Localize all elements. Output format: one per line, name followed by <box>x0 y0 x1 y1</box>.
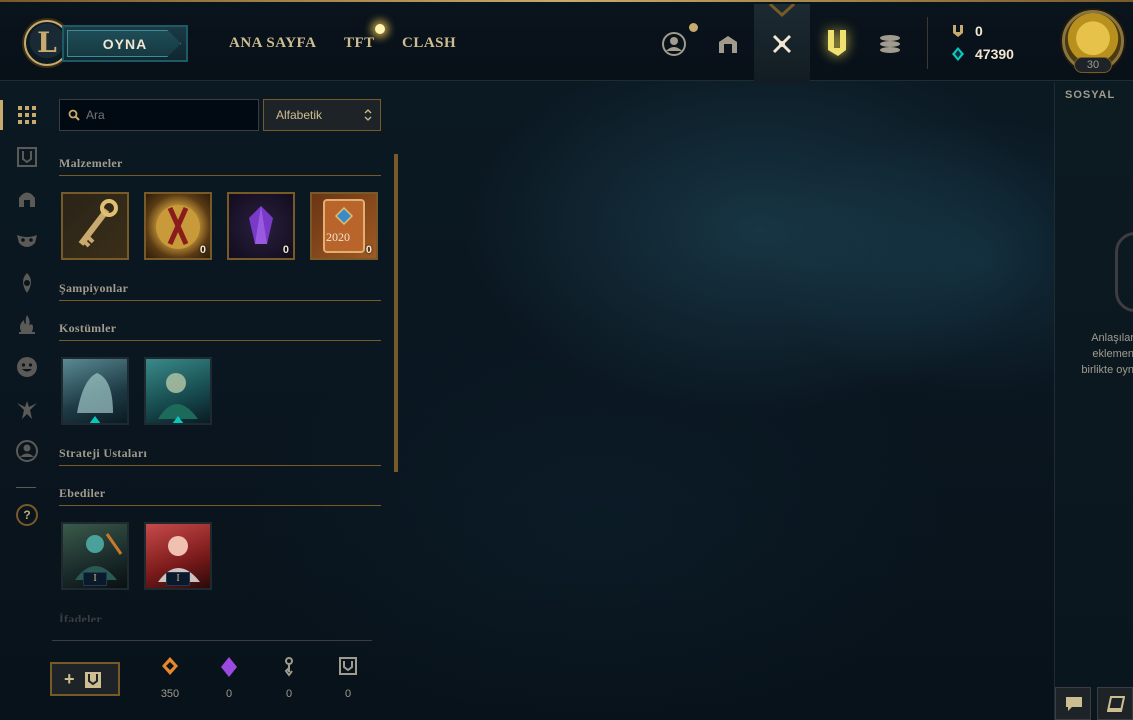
loot-item-skin-2[interactable] <box>144 357 212 425</box>
play-label: OYNA <box>102 36 148 52</box>
category-champions: Şampiyonlar <box>59 281 381 301</box>
gem-icon <box>221 657 237 677</box>
chest-icon[interactable] <box>15 145 39 169</box>
skin-shard-icon <box>172 416 184 423</box>
chest-year-label: 2020 <box>326 230 350 244</box>
item-count: 0 <box>199 244 206 256</box>
orange-essence-value: 350 <box>160 688 180 700</box>
rp-value: 0 <box>975 23 983 39</box>
flame-icon[interactable] <box>15 313 39 337</box>
blue-essence-icon <box>952 47 964 61</box>
chat-icon <box>1066 697 1082 711</box>
profile-notification-dot <box>689 23 698 32</box>
category-skins: Kostümler <box>59 321 381 341</box>
search-input[interactable] <box>86 100 256 130</box>
rail-divider <box>16 487 36 488</box>
gem-value: 0 <box>225 688 233 700</box>
loot-panel: Alfabetik Malzemeler 0 0 2020 <box>50 82 404 720</box>
rp-icon <box>953 25 963 37</box>
eternal-rank: I <box>83 572 107 586</box>
plus-icon: + <box>64 669 75 689</box>
champion-icon[interactable] <box>15 397 39 421</box>
social-empty-text: Anlaşılar eklemen birlikte oyn <box>1081 332 1133 376</box>
store-icon[interactable] <box>824 26 850 60</box>
header-divider <box>927 17 928 69</box>
category-tacticians: Strateji Ustaları <box>59 446 381 466</box>
client-window: L OYNA ANA SAYFA TFT CLASH 0 47390 30 ? … <box>0 0 1133 720</box>
notes-button[interactable] <box>1097 687 1133 720</box>
tft-notification-glow <box>375 24 385 34</box>
category-title: Şampiyonlar <box>59 281 129 295</box>
category-title: Strateji Ustaları <box>59 446 148 460</box>
loot-scrollbar[interactable] <box>394 154 398 472</box>
loot-item-gemstone[interactable]: 0 <box>227 192 295 260</box>
sort-label: Alfabetik <box>276 108 323 122</box>
active-tab-chevron-icon <box>768 4 796 18</box>
search-box[interactable] <box>59 99 259 131</box>
craft-chest-button[interactable]: + <box>50 662 120 696</box>
loot-item-eternal-1[interactable]: I <box>61 522 129 590</box>
mask-icon[interactable] <box>15 229 39 253</box>
top-bar: L OYNA ANA SAYFA TFT CLASH 0 47390 30 <box>0 2 1133 83</box>
nav-clash[interactable]: CLASH <box>402 35 456 52</box>
loot-item-skin-1[interactable] <box>61 357 129 425</box>
rail-active-indicator <box>0 100 3 130</box>
key-fragment-stat: 0 <box>269 656 309 706</box>
category-title: Kostümler <box>59 321 117 335</box>
loot-icon[interactable] <box>768 30 796 58</box>
social-empty-art <box>1115 232 1133 312</box>
play-button[interactable]: OYNA <box>62 25 188 62</box>
key-fragment-value: 0 <box>285 688 293 700</box>
social-panel: SOSYAL Anlaşılar eklemen birlikte oyn <box>1054 82 1133 720</box>
nav-tft[interactable]: TFT <box>344 35 375 52</box>
grid-icon[interactable] <box>15 103 39 127</box>
level-badge: 30 <box>1074 57 1112 73</box>
orange-essence-icon <box>162 657 178 675</box>
category-emotes: İfadeler <box>59 612 381 622</box>
sort-dropdown[interactable]: Alfabetik <box>263 99 381 131</box>
footer-divider <box>52 640 372 641</box>
loot-list: Malzemeler 0 0 2020 0 Şampiyonlar Kostüm… <box>59 152 381 622</box>
emote-icon[interactable] <box>15 355 39 379</box>
coins-icon[interactable] <box>876 30 904 58</box>
search-icon <box>68 109 80 121</box>
loot-item-chest-2020[interactable]: 2020 0 <box>310 192 378 260</box>
left-rail: ? <box>0 82 52 720</box>
category-title: İfadeler <box>59 612 103 622</box>
item-count: 0 <box>282 244 289 256</box>
social-title: SOSYAL <box>1065 89 1116 101</box>
loot-item-hextech-key[interactable] <box>61 192 129 260</box>
avatar-icon[interactable] <box>15 439 39 463</box>
profile-icon[interactable] <box>660 30 688 58</box>
category-eternals: Ebediler <box>59 486 381 506</box>
chest-stat: 0 <box>328 656 368 706</box>
help-icon[interactable]: ? <box>16 504 38 526</box>
chest-icon <box>85 672 101 688</box>
skin-shard-icon <box>89 416 101 423</box>
key-fragment-icon <box>284 657 293 677</box>
loot-item-orb[interactable]: 0 <box>144 192 212 260</box>
orange-essence-stat: 350 <box>150 656 190 706</box>
gem-stat: 0 <box>209 656 249 706</box>
window-top-border <box>0 0 1133 2</box>
category-title: Malzemeler <box>59 156 123 170</box>
item-count: 0 <box>365 244 372 256</box>
blue-essence-value: 47390 <box>975 46 1014 62</box>
eternal-rank: I <box>166 572 190 586</box>
category-title: Ebediler <box>59 486 106 500</box>
chat-button[interactable] <box>1055 687 1091 720</box>
loot-footer: + 350 0 0 0 <box>50 640 404 720</box>
loot-item-eternal-2[interactable]: I <box>144 522 212 590</box>
chest-value: 0 <box>344 688 352 700</box>
helmet-icon[interactable] <box>15 187 39 211</box>
chest-icon <box>339 657 357 675</box>
key-icon <box>78 199 118 248</box>
sort-arrows-icon <box>364 109 372 121</box>
ward-icon[interactable] <box>15 271 39 295</box>
nav-home[interactable]: ANA SAYFA <box>229 35 316 52</box>
notes-icon <box>1107 696 1125 712</box>
collection-icon[interactable] <box>714 30 742 58</box>
category-materials: Malzemeler <box>59 156 381 176</box>
